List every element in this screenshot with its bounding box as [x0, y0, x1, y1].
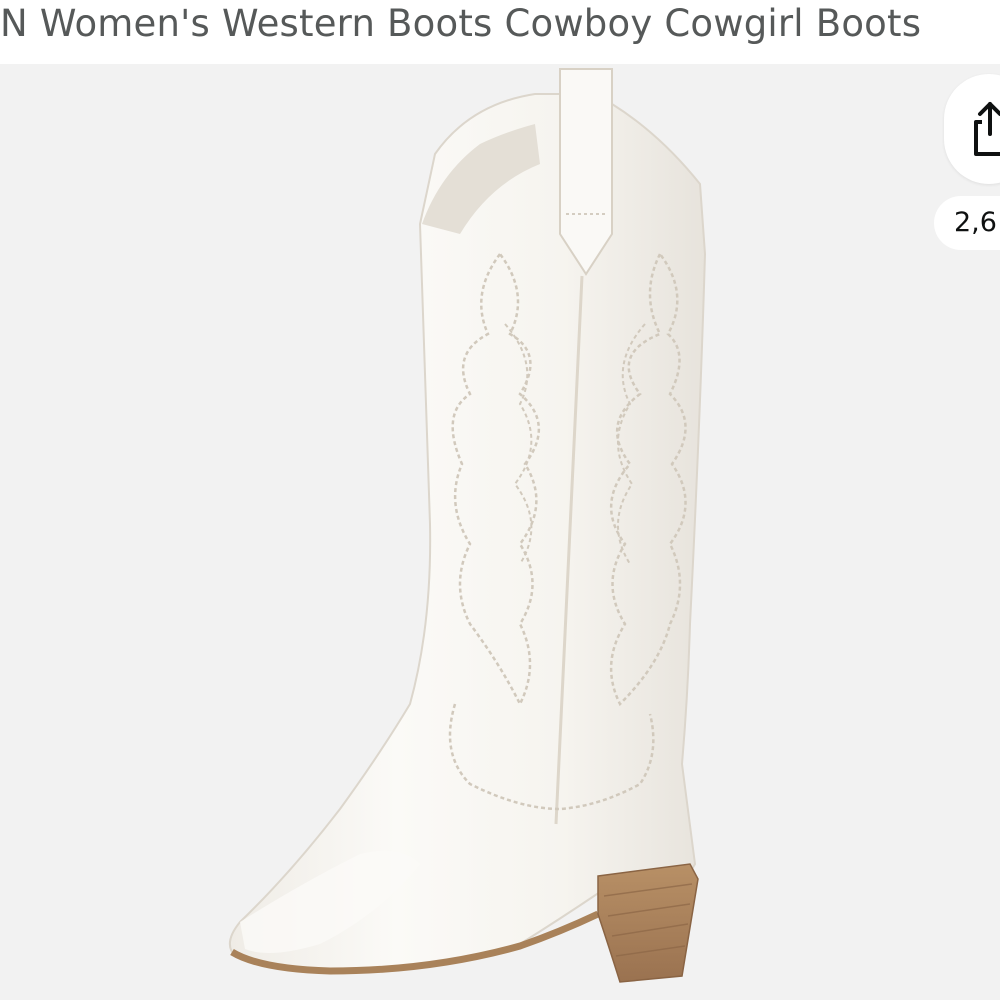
- product-title[interactable]: N Women's Western Boots Cowboy Cowgirl B…: [0, 0, 921, 48]
- boot-image[interactable]: [0, 64, 1000, 1000]
- count-badge[interactable]: 2,6: [934, 196, 1000, 250]
- heel: [597, 863, 699, 983]
- share-icon: [974, 102, 1000, 156]
- pull-strap: [559, 68, 613, 276]
- product-image-viewer[interactable]: [0, 64, 1000, 1000]
- title-bar: N Women's Western Boots Cowboy Cowgirl B…: [0, 0, 1000, 60]
- count-text: 2,6: [954, 207, 997, 238]
- product-page: N Women's Western Boots Cowboy Cowgirl B…: [0, 0, 1000, 1000]
